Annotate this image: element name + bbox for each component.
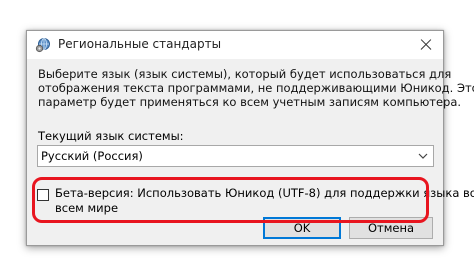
regional-settings-dialog: Региональные стандарты Выберите язык (яз… — [26, 30, 474, 246]
ok-button[interactable]: OK — [263, 217, 341, 239]
dialog-title: Региональные стандарты — [58, 37, 222, 51]
description-line: параметр будет применяться ко всем учетн… — [38, 95, 462, 109]
title-bar[interactable]: Региональные стандарты — [27, 31, 443, 59]
cancel-button[interactable]: Отмена — [349, 217, 433, 239]
selected-language: Русский (Россия) — [41, 149, 143, 163]
close-button[interactable] — [415, 34, 437, 56]
beta-utf8-label-line: Бета-версия: Использовать Юникод (UTF-8)… — [55, 186, 474, 200]
system-language-select[interactable]: Русский (Россия) — [37, 145, 434, 167]
beta-utf8-checkbox[interactable] — [37, 189, 49, 201]
beta-utf8-label[interactable]: Бета-версия: Использовать Юникод (UTF-8)… — [55, 186, 474, 216]
description-line: отображения текста программами, не подде… — [38, 81, 474, 95]
description-line: Выберите язык (язык системы), который бу… — [38, 67, 452, 81]
chevron-down-icon[interactable] — [417, 149, 429, 163]
globe-gear-icon — [35, 37, 51, 53]
description-text: Выберите язык (язык системы), который бу… — [38, 67, 474, 109]
beta-utf8-label-line: всем мире — [55, 201, 119, 215]
current-language-label: Текущий язык системы: — [38, 129, 184, 143]
